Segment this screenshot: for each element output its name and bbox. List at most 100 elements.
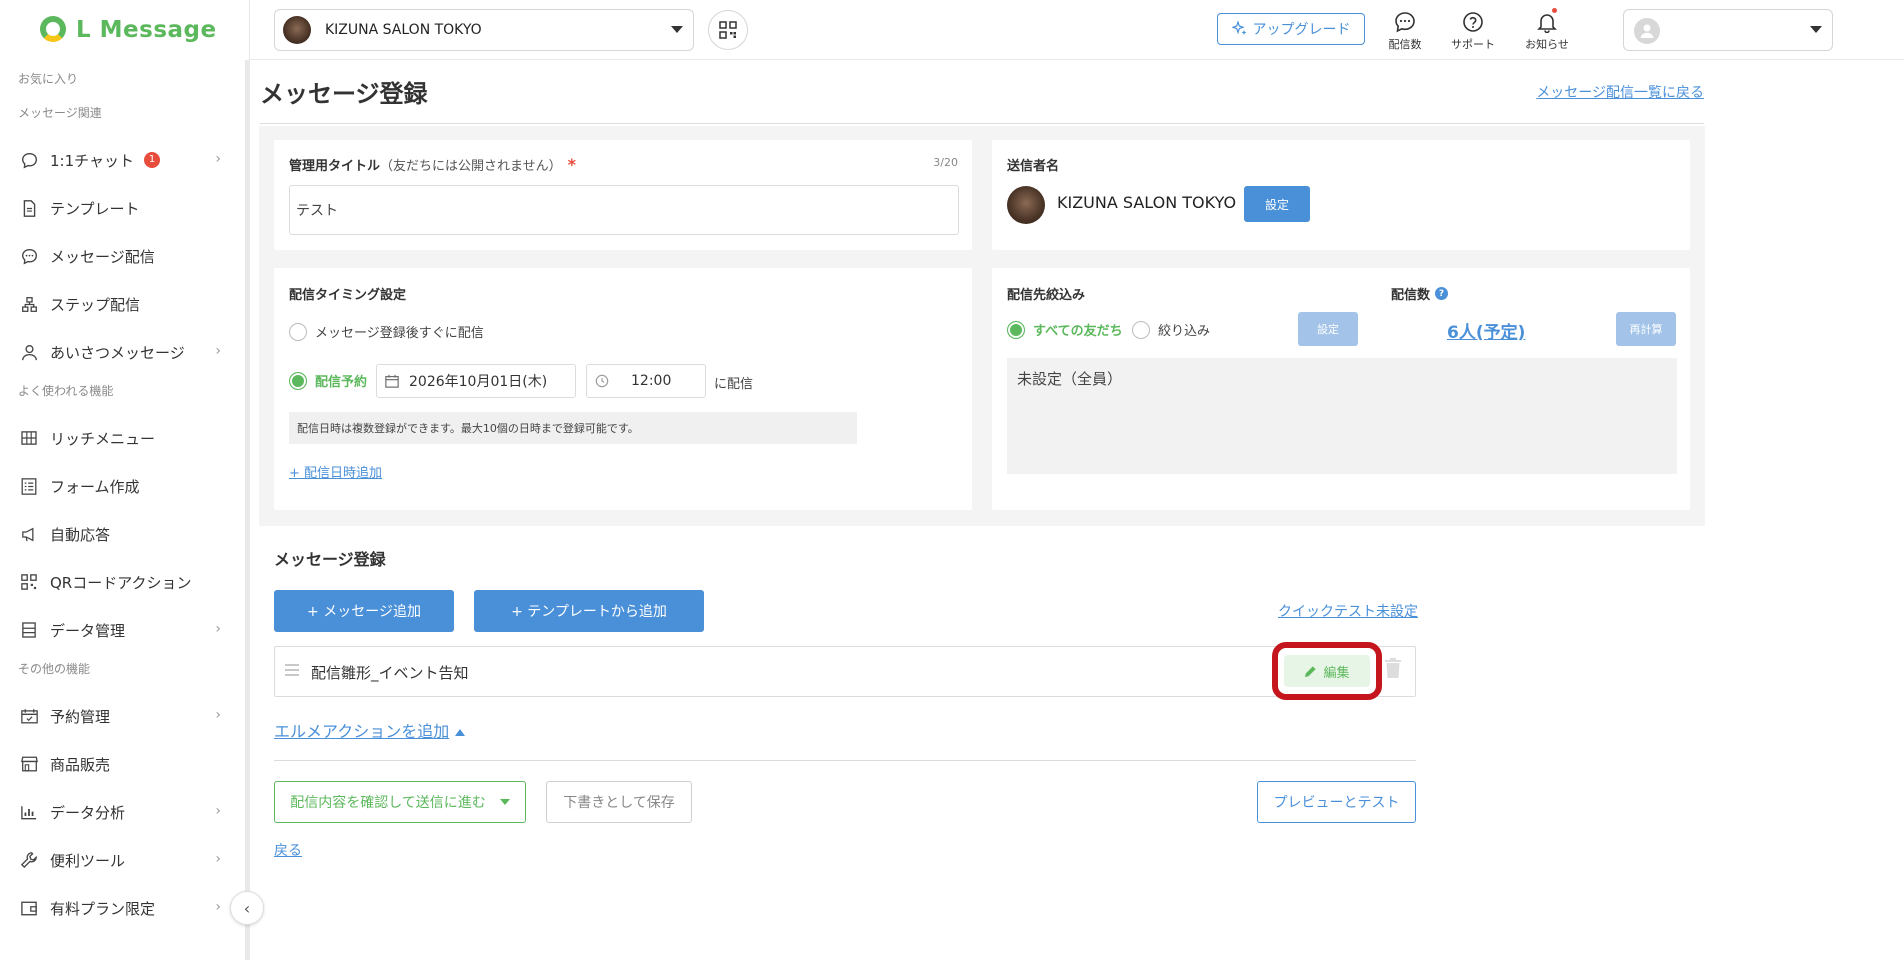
option-immediate[interactable]: メッセージ登録後すぐに配信 [289, 322, 484, 341]
option-scheduled[interactable]: 配信予約 [289, 371, 367, 390]
header-notifications[interactable]: お知らせ [1515, 8, 1579, 52]
admin-title-input[interactable]: テスト [289, 185, 959, 235]
chevron-right-icon: › [215, 621, 221, 637]
timing-card: 配信タイミング設定 メッセージ登録後すぐに配信 配信予約 2026年10月01日… [274, 268, 972, 510]
option-all-friends[interactable]: すべての友だち [1007, 320, 1123, 339]
sidebar-item-qr[interactable]: QRコードアクション [0, 558, 245, 606]
radio-immediate[interactable] [289, 322, 307, 341]
edit-message-button[interactable]: 編集 [1284, 655, 1370, 687]
target-label: 配信先絞込み [1007, 288, 1086, 303]
back-to-list-link[interactable]: メッセージ配信一覧に戻る [1536, 82, 1704, 102]
account-avatar [283, 16, 311, 44]
chevron-right-icon: › [215, 803, 221, 819]
user-avatar-icon [1634, 18, 1660, 44]
step-tree-icon [20, 295, 38, 313]
sidebar-scrollbar[interactable] [245, 60, 250, 960]
sidebar-item-form[interactable]: フォーム作成 [0, 462, 245, 510]
section-message: メッセージ関連 [18, 106, 102, 120]
add-datetime-link[interactable]: + 配信日時追加 [289, 462, 382, 481]
save-draft-button[interactable]: 下書きとして保存 [546, 781, 692, 823]
logo-mark-icon [38, 14, 70, 46]
admin-title-card: 管理用タイトル（友だちには公開されません） * 3/20 テスト [274, 140, 972, 250]
char-counter: 3/20 [933, 156, 958, 169]
upgrade-button[interactable]: アップグレード [1217, 13, 1365, 45]
sidebar-item-greeting[interactable]: あいさつメッセージ › [0, 328, 245, 376]
add-message-button[interactable]: + メッセージ追加 [274, 590, 454, 632]
chat-icon [20, 151, 38, 169]
section-other: その他の機能 [18, 662, 91, 676]
sidebar-item-richmenu[interactable]: リッチメニュー [0, 414, 245, 462]
logo-text: L Message [76, 17, 217, 43]
sender-avatar [1007, 186, 1045, 224]
sender-card: 送信者名 KIZUNA SALON TOKYO 設定 [992, 140, 1690, 250]
document-icon [20, 199, 38, 217]
sidebar-item-label: 商品販売 [50, 755, 111, 774]
qr-code-icon [20, 573, 38, 591]
header-delivery-count[interactable]: 配信数 [1373, 8, 1437, 52]
sidebar-item-template[interactable]: テンプレート [0, 184, 245, 232]
date-input[interactable]: 2026年10月01日(木) [376, 364, 576, 398]
message-item-name: 配信雛形_イベント告知 [311, 664, 469, 682]
unread-badge: 1 [144, 152, 160, 168]
radio-all-friends[interactable] [1007, 320, 1025, 339]
sidebar-item-label: データ分析 [50, 803, 126, 822]
caret-down-icon [1810, 26, 1822, 33]
confirm-send-button[interactable]: 配信内容を確認して送信に進む [274, 781, 526, 823]
sidebar-item-tools[interactable]: 便利ツール › [0, 836, 245, 884]
sidebar-nav: お気に入り メッセージ関連 1:1チャット 1 › テンプレート メッセージ配信… [0, 60, 245, 932]
option-filter[interactable]: 絞り込み [1132, 320, 1210, 339]
count-label-row: 配信数 ? [1391, 284, 1449, 303]
admin-title-label-row: 管理用タイトル（友だちには公開されません） * [289, 155, 576, 174]
chevron-left-icon: ‹ [243, 898, 251, 918]
sidebar-item-paid[interactable]: 有料プラン限定 › [0, 884, 245, 932]
caret-down-icon [671, 26, 683, 33]
sidebar-item-broadcast[interactable]: メッセージ配信 [0, 232, 245, 280]
sidebar-item-autoreply[interactable]: 自動応答 [0, 510, 245, 558]
footer-divider [274, 760, 1416, 761]
pencil-icon [1305, 665, 1317, 677]
bell-icon [1537, 14, 1557, 33]
trash-icon[interactable] [1384, 657, 1402, 679]
help-icon[interactable]: ? [1435, 287, 1449, 300]
sidebar-item-label: ステップ配信 [50, 295, 141, 314]
header-support[interactable]: サポート [1441, 8, 1505, 52]
target-set-button[interactable]: 設定 [1298, 312, 1358, 346]
edit-label: 編集 [1323, 665, 1350, 681]
message-item[interactable]: 配信雛形_イベント告知 [274, 646, 1416, 697]
store-icon [20, 755, 38, 773]
admin-title-note: （友だちには公開されません） [380, 159, 562, 174]
recalculate-button[interactable]: 再計算 [1616, 312, 1676, 346]
qr-code-button[interactable] [708, 10, 748, 50]
sidebar-item-label: 1:1チャット [50, 151, 134, 170]
chevron-right-icon: › [215, 899, 221, 915]
quick-test-link[interactable]: クイックテスト未設定 [1278, 601, 1418, 621]
sidebar-item-step[interactable]: ステップ配信 [0, 280, 245, 328]
wrench-icon [20, 851, 38, 869]
sidebar-item-reservation[interactable]: 予約管理 › [0, 692, 245, 740]
wallet-icon [20, 899, 38, 917]
sidebar-item-data[interactable]: データ管理 › [0, 606, 245, 654]
add-from-template-button[interactable]: + テンプレートから追加 [474, 590, 704, 632]
delivery-count-value[interactable]: 6人(予定) [1447, 318, 1525, 343]
account-select[interactable]: KIZUNA SALON TOKYO [274, 9, 694, 51]
date-value: 2026年10月01日(木) [409, 374, 548, 390]
user-menu[interactable] [1623, 9, 1833, 51]
section-favorites: お気に入り [18, 72, 79, 86]
radio-filter[interactable] [1132, 320, 1150, 339]
sidebar-item-sales[interactable]: 商品販売 [0, 740, 245, 788]
sidebar-item-label: テンプレート [50, 199, 140, 218]
app-logo[interactable]: L Message [38, 12, 217, 48]
option-immediate-label: メッセージ登録後すぐに配信 [315, 326, 484, 341]
sidebar-item-chat[interactable]: 1:1チャット 1 › [0, 136, 245, 184]
timing-suffix: に配信 [714, 377, 754, 392]
sidebar-item-analysis[interactable]: データ分析 › [0, 788, 245, 836]
radio-scheduled[interactable] [289, 371, 307, 390]
time-input[interactable]: 12:00 [586, 364, 706, 398]
timing-note: 配信日時は複数登録ができます。最大10個の日時まで登録可能です。 [289, 412, 857, 444]
back-link[interactable]: 戻る [274, 840, 302, 860]
preview-test-button[interactable]: プレビューとテスト [1257, 781, 1416, 823]
sender-set-button[interactable]: 設定 [1244, 186, 1310, 222]
collapse-sidebar-button[interactable]: ‹ [230, 891, 264, 925]
add-action-link[interactable]: エルメアクションを追加 [274, 718, 466, 742]
drag-handle-icon[interactable] [285, 664, 299, 679]
